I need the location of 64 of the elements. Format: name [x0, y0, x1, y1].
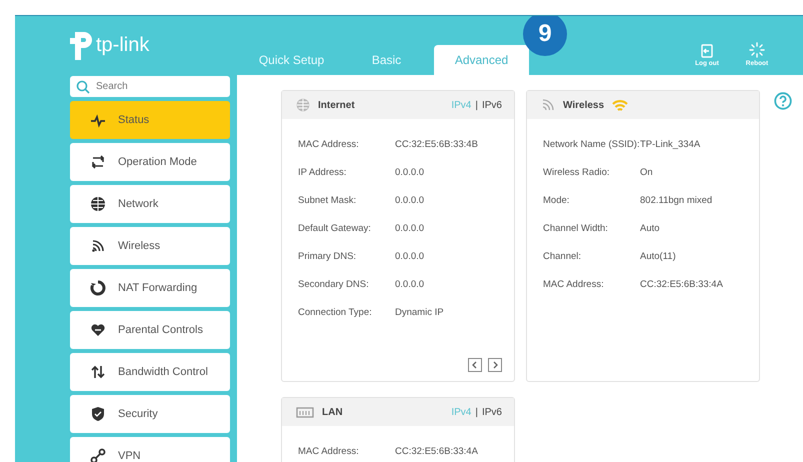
sidebar-item[interactable]: Status	[70, 101, 230, 139]
brand-name: tp-link	[96, 34, 150, 57]
sidebar-item[interactable]: Bandwidth Control	[70, 353, 230, 391]
field-label: Default Gateway:	[298, 222, 372, 234]
refresh-icon	[90, 280, 106, 296]
previous-button[interactable]	[468, 358, 482, 372]
field-label: Mode:	[543, 194, 570, 206]
wifi-icon	[90, 238, 106, 254]
logout-icon	[700, 44, 714, 58]
field-value: 0.0.0.0	[395, 222, 426, 234]
field-value: TP-Link_334A	[640, 138, 702, 150]
globe-icon	[296, 98, 310, 112]
switch-icon	[296, 406, 314, 418]
field-value: Auto(11)	[640, 250, 677, 262]
protocol-link[interactable]: IPv6	[482, 406, 502, 418]
link-icon	[90, 448, 106, 462]
sidebar-item[interactable]: VPN	[70, 437, 230, 462]
sidebar-item[interactable]: Network	[70, 185, 230, 223]
field-value: 802.11bgn mixed	[640, 194, 714, 206]
search-icon	[76, 80, 90, 94]
field-label: Channel Width:	[543, 222, 609, 234]
field-label: MAC Address:	[543, 278, 605, 290]
field-value: 0.0.0.0	[395, 194, 426, 206]
field-value: CC:32:E5:6B:33:4A	[640, 278, 724, 290]
wifi-icon	[541, 98, 555, 112]
separator: |	[475, 100, 478, 110]
search-field[interactable]: Search	[70, 76, 230, 97]
field-label: Secondary DNS:	[298, 278, 370, 290]
field-value: On	[640, 166, 654, 178]
logo-icon	[70, 30, 94, 62]
field-value: Dynamic IP	[395, 306, 445, 318]
field-label: MAC Address:	[298, 138, 360, 150]
sidebar-item[interactable]: Security	[70, 395, 230, 433]
separator: |	[475, 406, 478, 418]
heart-icon	[90, 322, 106, 338]
field-value: 0.0.0.0	[395, 166, 426, 178]
swap-icon	[90, 154, 106, 170]
arrows-icon	[90, 364, 106, 380]
sidebar-item[interactable]: Wireless	[70, 227, 230, 265]
field-value: Auto	[640, 222, 661, 234]
field-label: IP Address:	[298, 166, 348, 178]
field-label: Wireless Radio:	[543, 166, 611, 178]
step-badge: 9	[523, 16, 567, 56]
field-label: Connection Type:	[298, 306, 373, 318]
panel-title: Wireless	[563, 100, 604, 110]
pulse-icon	[90, 112, 106, 128]
field-value: 0.0.0.0	[395, 250, 426, 262]
sidebar-item[interactable]: NAT Forwarding	[70, 269, 230, 307]
field-label: Primary DNS:	[298, 250, 358, 262]
field-value: CC:32:E5:6B:33:4A	[395, 446, 479, 456]
next-button[interactable]	[488, 358, 502, 372]
field-value: CC:32:E5:6B:33:4B	[395, 138, 479, 150]
reboot-icon	[749, 42, 765, 58]
protocol-link[interactable]: IPv6	[482, 100, 502, 110]
sidebar-item[interactable]: Parental Controls	[70, 311, 230, 349]
shield-icon	[90, 406, 106, 422]
panel-title: LAN	[322, 406, 343, 418]
field-label: MAC Address:	[298, 446, 360, 456]
field-label: Subnet Mask:	[298, 194, 358, 206]
panel-title: Internet	[318, 100, 355, 110]
field-label: Channel:	[543, 250, 582, 262]
sidebar-item[interactable]: Operation Mode	[70, 143, 230, 181]
globe-icon	[90, 196, 106, 212]
field-value: 0.0.0.0	[395, 278, 426, 290]
